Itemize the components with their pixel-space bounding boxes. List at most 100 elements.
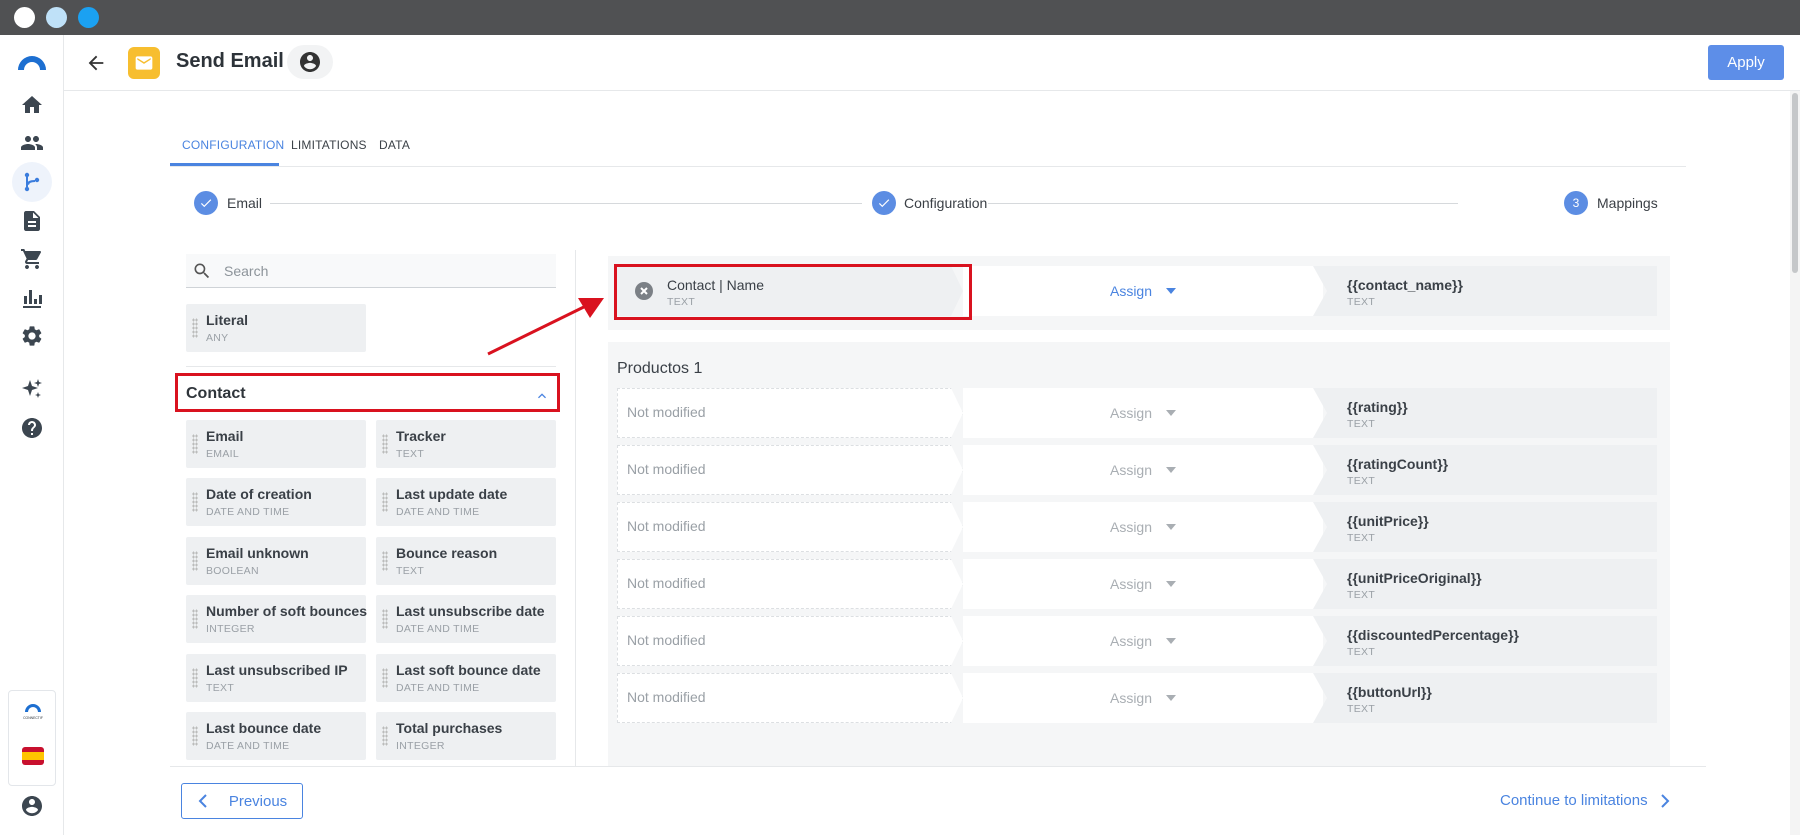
sidebar: CONNECTIF [0,35,64,835]
previous-button[interactable]: Previous [181,783,303,819]
mapping-target: {{unitPriceOriginal}} TEXT [1313,559,1657,609]
mapping-source-empty[interactable]: Not modified [617,445,963,495]
brand-mini-logo: CONNECTIF [23,704,43,720]
account-card: CONNECTIF [8,690,56,786]
field-chip[interactable]: Date of creation DATE AND TIME [186,478,366,526]
documents-icon [24,211,40,231]
sidebar-item-help[interactable] [12,408,52,448]
field-chip-type: DATE AND TIME [206,506,290,518]
sidebar-item-home[interactable] [12,85,52,125]
drag-handle-icon[interactable] [382,492,388,512]
check-icon [200,199,212,208]
analytics-icon [23,290,42,308]
assign-dropdown[interactable]: Assign [963,616,1323,666]
mapping-source-empty[interactable]: Not modified [617,559,963,609]
assign-dropdown[interactable]: Assign [963,502,1323,552]
mapping-row: Not modified Assign {{unitPriceOriginal}} T… [617,559,1657,609]
drag-handle-icon[interactable] [382,726,388,746]
assign-label: Assign [1109,462,1153,478]
scrollbar-thumb[interactable] [1792,93,1798,273]
field-chip[interactable]: Last unsubscribed IP TEXT [186,654,366,702]
field-chip[interactable]: Bounce reason TEXT [376,537,556,585]
field-chip[interactable]: Number of soft bounces INTEGER [186,595,368,643]
field-chip-type: DATE AND TIME [396,506,480,518]
field-chip-title: Number of soft bounces [206,603,368,619]
sidebar-item-workflows[interactable] [12,162,52,202]
tab-configuration[interactable]: CONFIGURATION [182,138,284,152]
mapping-source-empty[interactable]: Not modified [617,673,963,723]
mapping-panel: Contact | Name TEXT Assign {{contact_nam… [608,256,1670,766]
mapping-action: Assign [963,445,1323,495]
assign-dropdown[interactable]: Assign [963,388,1323,438]
drag-handle-icon[interactable] [382,609,388,629]
field-chip-literal[interactable]: Literal ANY [186,304,366,352]
home-icon [22,96,42,113]
drag-handle-icon[interactable] [382,668,388,688]
drag-handle-icon[interactable] [192,668,198,688]
drag-handle-icon[interactable] [192,609,198,629]
mapping-target: {{unitPrice}} TEXT [1313,502,1657,552]
window-minimize-dot[interactable] [46,7,67,28]
sidebar-item-profile[interactable] [12,786,52,826]
mapping-source-empty[interactable]: Not modified [617,388,963,438]
drag-handle-icon[interactable] [192,434,198,454]
annotation-highlight-contact [175,373,560,412]
mapping-source-placeholder: Not modified [627,404,706,420]
tab-data[interactable]: DATA [379,138,410,152]
field-chip[interactable]: Email unknown BOOLEAN [186,537,366,585]
wizard-stepper: Email Configuration 3 Mappings [170,180,1686,228]
mapping-row: Not modified Assign {{discountedPercentage… [617,616,1657,666]
field-chip[interactable]: Last bounce date DATE AND TIME [186,712,366,760]
sidebar-item-documents[interactable] [12,201,52,241]
field-chip[interactable]: Email EMAIL [186,420,366,468]
assign-dropdown[interactable]: Assign [963,266,1323,316]
account-menu-button[interactable] [287,45,333,79]
sidebar-item-contacts[interactable] [12,123,52,163]
language-flag-icon[interactable] [22,747,44,765]
drag-handle-icon[interactable] [192,551,198,571]
mapping-target-type: TEXT [1347,532,1376,544]
field-chip-title: Date of creation [206,486,312,502]
assign-label: Assign [1109,633,1153,649]
apply-button[interactable]: Apply [1708,45,1784,80]
assign-dropdown[interactable]: Assign [963,445,1323,495]
back-button[interactable] [82,49,110,77]
sidebar-item-settings[interactable] [12,316,52,356]
caret-down-icon [1166,467,1177,473]
sidebar-item-cart[interactable] [12,239,52,279]
field-chip[interactable]: Total purchases INTEGER [376,712,556,760]
step-connector [270,203,862,204]
previous-label: Previous [228,792,288,810]
drag-handle-icon[interactable] [192,492,198,512]
assign-dropdown[interactable]: Assign [963,559,1323,609]
mapping-source-empty[interactable]: Not modified [617,502,963,552]
mapping-source-placeholder: Not modified [627,632,706,648]
palette-search [186,254,556,288]
field-chip-type: BOOLEAN [206,565,259,577]
field-chip[interactable]: Last unsubscribe date DATE AND TIME [376,595,556,643]
sidebar-item-analytics[interactable] [12,278,52,318]
sidebar-item-ai[interactable] [12,369,52,409]
mapping-source-empty[interactable]: Not modified [617,616,963,666]
mapping-action: Assign [963,616,1323,666]
drag-handle-icon[interactable] [192,726,198,746]
drag-handle-icon[interactable] [192,318,198,338]
drag-handle-icon[interactable] [382,551,388,571]
window-close-dot[interactable] [14,7,35,28]
drag-handle-icon[interactable] [382,434,388,454]
continue-label: Continue to limitations [1500,792,1648,809]
active-tab-indicator [170,163,279,166]
tab-limitations[interactable]: LIMITATIONS [291,138,367,152]
continue-link[interactable]: Continue to limitations [1500,792,1670,809]
app-logo[interactable] [16,53,48,71]
search-input[interactable] [224,254,544,288]
window-zoom-dot[interactable] [78,7,99,28]
field-chip[interactable]: Tracker TEXT [376,420,556,468]
field-chip[interactable]: Last soft bounce date DATE AND TIME [376,654,556,702]
field-chip[interactable]: Last update date DATE AND TIME [376,478,556,526]
field-chip-type: TEXT [396,565,425,577]
caret-down-icon [1166,581,1177,587]
assign-dropdown[interactable]: Assign [963,673,1323,723]
page-scrollbar[interactable] [1790,91,1800,835]
field-chip-title: Bounce reason [396,545,498,561]
